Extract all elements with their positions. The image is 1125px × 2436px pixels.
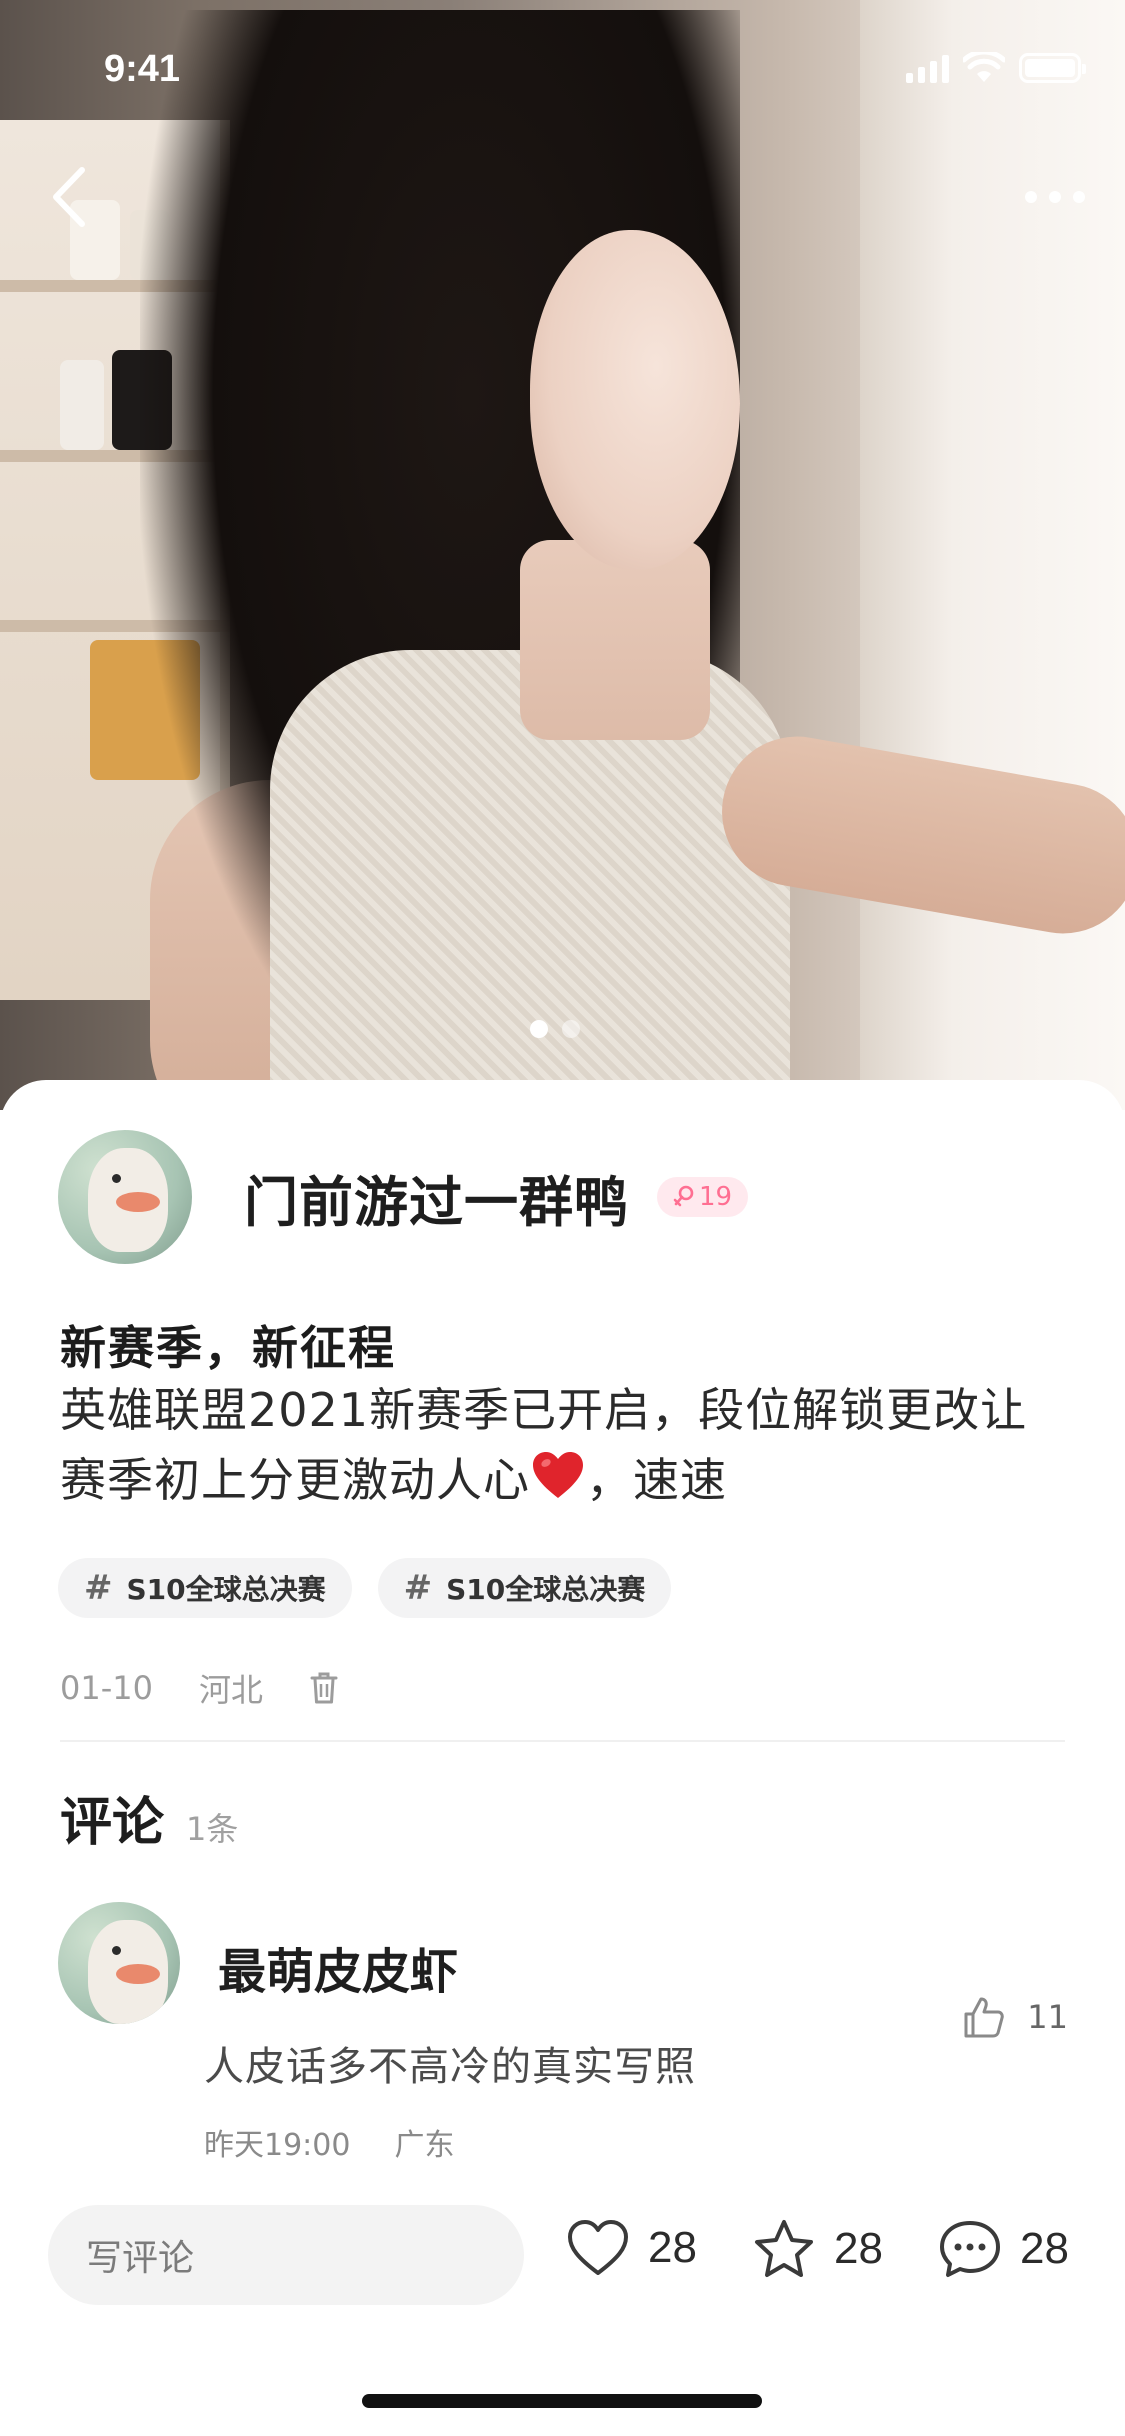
photo-bg-wall [860,0,1125,1110]
favorite-count: 28 [834,2224,883,2273]
battery-icon [1019,53,1086,83]
hashtag-icon: # [403,1568,433,1608]
photo-face [530,230,740,570]
comment-like-button[interactable]: 11 [961,1994,1068,2040]
back-button[interactable] [46,162,96,232]
avatar[interactable] [58,1130,192,1264]
comments-header: 评论 1条 [60,1780,238,1855]
bottom-action-bar: 写评论 28 28 28 [0,2200,1125,2310]
chevron-left-icon [53,167,85,227]
cellular-signal-icon [906,53,949,83]
topic-tag-label: S10全球总决赛 [126,1573,326,1606]
divider [60,1740,1065,1742]
female-icon [673,1185,694,1207]
carousel-indicator [530,1020,580,1038]
post-meta: 01-10 河北 [60,1665,339,1711]
star-icon [755,2220,813,2277]
author-row[interactable]: 门前游过一群鸭 19 [58,1130,749,1264]
hashtag-icon: # [84,1568,113,1608]
comments-count: 1条 [186,1810,239,1848]
thumbs-up-icon [964,1997,1005,2038]
author-name[interactable]: 门前游过一群鸭 [244,1158,629,1237]
user-level-badge: 19 [657,1177,749,1217]
post-date: 01-10 [60,1669,153,1707]
comment-location: 广东 [394,2128,455,2163]
like-count: 28 [648,2223,697,2272]
favorite-button[interactable]: 28 [752,2218,883,2280]
carousel-dot [562,1020,580,1038]
red-heart-emoji [533,1452,583,1498]
topic-tag-label: S10全球总决赛 [446,1573,646,1606]
post-detail-screen: 9:41 门前游过一群鸭 19 新赛季，新征程 英雄联盟2021新赛季已开启，段… [0,0,1125,2436]
write-comment-input[interactable]: 写评论 [48,2205,524,2305]
more-dots-icon [1025,191,1037,203]
topic-tag[interactable]: # S10全球总决赛 [58,1558,352,1618]
comment-author-name[interactable]: 最萌皮皮虾 [218,1932,458,2002]
comment-count: 28 [1020,2224,1069,2273]
comment-like-count: 11 [1027,1998,1068,2036]
post-body-line: 赛季初上分更激动人心 ，速速 [60,1445,1070,1515]
heart-icon [568,2220,628,2275]
topic-tags: # S10全球总决赛 # S10全球总决赛 [58,1558,672,1618]
home-indicator[interactable] [362,2394,762,2408]
wifi-icon [963,52,1005,82]
status-time: 9:41 [104,48,181,90]
user-level: 19 [699,1182,733,1212]
more-button[interactable] [1025,175,1085,219]
comments-title: 评论 [60,1793,165,1853]
comment-item: 最萌皮皮虾 人皮话多不高冷的真实写照 昨天19:00 广东 11 [58,1902,1068,2172]
status-icons [906,52,1086,84]
post-location: 河北 [198,1671,263,1709]
comment-button[interactable]: 28 [938,2218,1069,2280]
post-body-line: 英雄联盟2021新赛季已开启，段位解锁更改让 [60,1383,1028,1437]
comment-time: 昨天19:00 [204,2128,351,2163]
trash-icon[interactable] [309,1671,339,1705]
comment-text: 人皮话多不高冷的真实写照 [204,2044,696,2090]
carousel-dot-active [530,1020,548,1038]
like-button[interactable]: 28 [566,2218,697,2278]
post-title: 新赛季，新征程 [60,1321,396,1375]
post-body: 英雄联盟2021新赛季已开启，段位解锁更改让 赛季初上分更激动人心 ，速速 [60,1375,1070,1515]
comment-bubble-icon [940,2221,1000,2277]
post-photo[interactable] [0,0,1125,1110]
comment-meta: 昨天19:00 广东 [204,2120,454,2164]
avatar[interactable] [58,1902,180,2024]
topic-tag[interactable]: # S10全球总决赛 [377,1558,672,1618]
